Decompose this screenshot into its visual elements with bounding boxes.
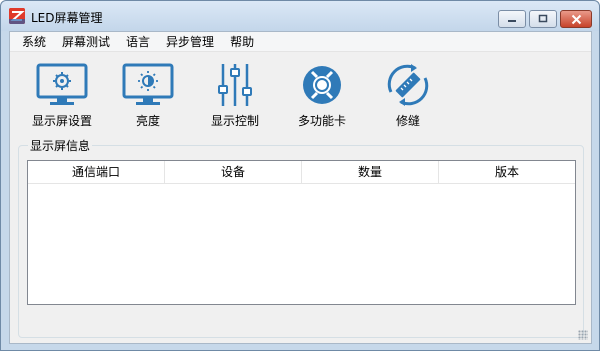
- brightness-button[interactable]: 亮度: [108, 62, 188, 132]
- sliders-icon: [218, 64, 252, 106]
- tool-label: 多功能卡: [297, 114, 346, 128]
- display-control-button[interactable]: 显示控制: [195, 62, 275, 132]
- menu-async-management[interactable]: 异步管理: [158, 32, 222, 52]
- menu-help[interactable]: 帮助: [222, 32, 262, 52]
- window-title: LED屏幕管理: [31, 11, 103, 25]
- tool-label: 显示屏设置: [31, 114, 92, 128]
- minimize-icon: [508, 20, 516, 22]
- monitor-settings-icon: [36, 63, 88, 105]
- column-header-version[interactable]: 版本: [439, 161, 575, 183]
- title-bar[interactable]: LED屏幕管理: [1, 1, 599, 31]
- group-title: 显示屏信息: [28, 137, 93, 154]
- minimize-button[interactable]: [498, 10, 526, 28]
- main-window: LED屏幕管理 系统 屏幕测试 语言 异步管理 帮助 显示屏设置 亮度 显示控制…: [0, 0, 600, 351]
- tool-label: 修缝: [395, 114, 420, 128]
- close-button[interactable]: [560, 10, 592, 28]
- tool-label: 亮度: [135, 114, 160, 128]
- table-header: 通信端口 设备 数量 版本: [28, 161, 575, 184]
- client-area: 系统 屏幕测试 语言 异步管理 帮助 显示屏设置 亮度 显示控制 多功能卡 修缝…: [9, 31, 592, 344]
- maximize-icon: [538, 14, 548, 23]
- display-settings-button[interactable]: 显示屏设置: [22, 62, 102, 132]
- close-icon: [571, 14, 581, 24]
- maximize-button[interactable]: [529, 10, 557, 28]
- seam-fix-button[interactable]: 修缝: [368, 62, 448, 132]
- column-header-quantity[interactable]: 数量: [302, 161, 439, 183]
- menu-system[interactable]: 系统: [14, 32, 54, 52]
- menu-screen-test[interactable]: 屏幕测试: [54, 32, 118, 52]
- toolbar: 显示屏设置 亮度 显示控制 多功能卡 修缝: [10, 52, 591, 132]
- resize-grip[interactable]: [578, 330, 588, 340]
- menu-bar: 系统 屏幕测试 语言 异步管理 帮助: [10, 32, 591, 52]
- ruler-rotate-icon: [387, 64, 429, 106]
- column-header-port[interactable]: 通信端口: [28, 161, 165, 183]
- monitor-brightness-icon: [122, 63, 174, 105]
- menu-language[interactable]: 语言: [118, 32, 158, 52]
- display-info-table[interactable]: 通信端口 设备 数量 版本: [27, 160, 576, 305]
- app-logo-icon: [9, 8, 25, 24]
- multifunction-card-button[interactable]: 多功能卡: [282, 62, 362, 132]
- column-header-device[interactable]: 设备: [165, 161, 302, 183]
- lifebuoy-icon: [303, 66, 341, 104]
- tool-label: 显示控制: [210, 114, 259, 128]
